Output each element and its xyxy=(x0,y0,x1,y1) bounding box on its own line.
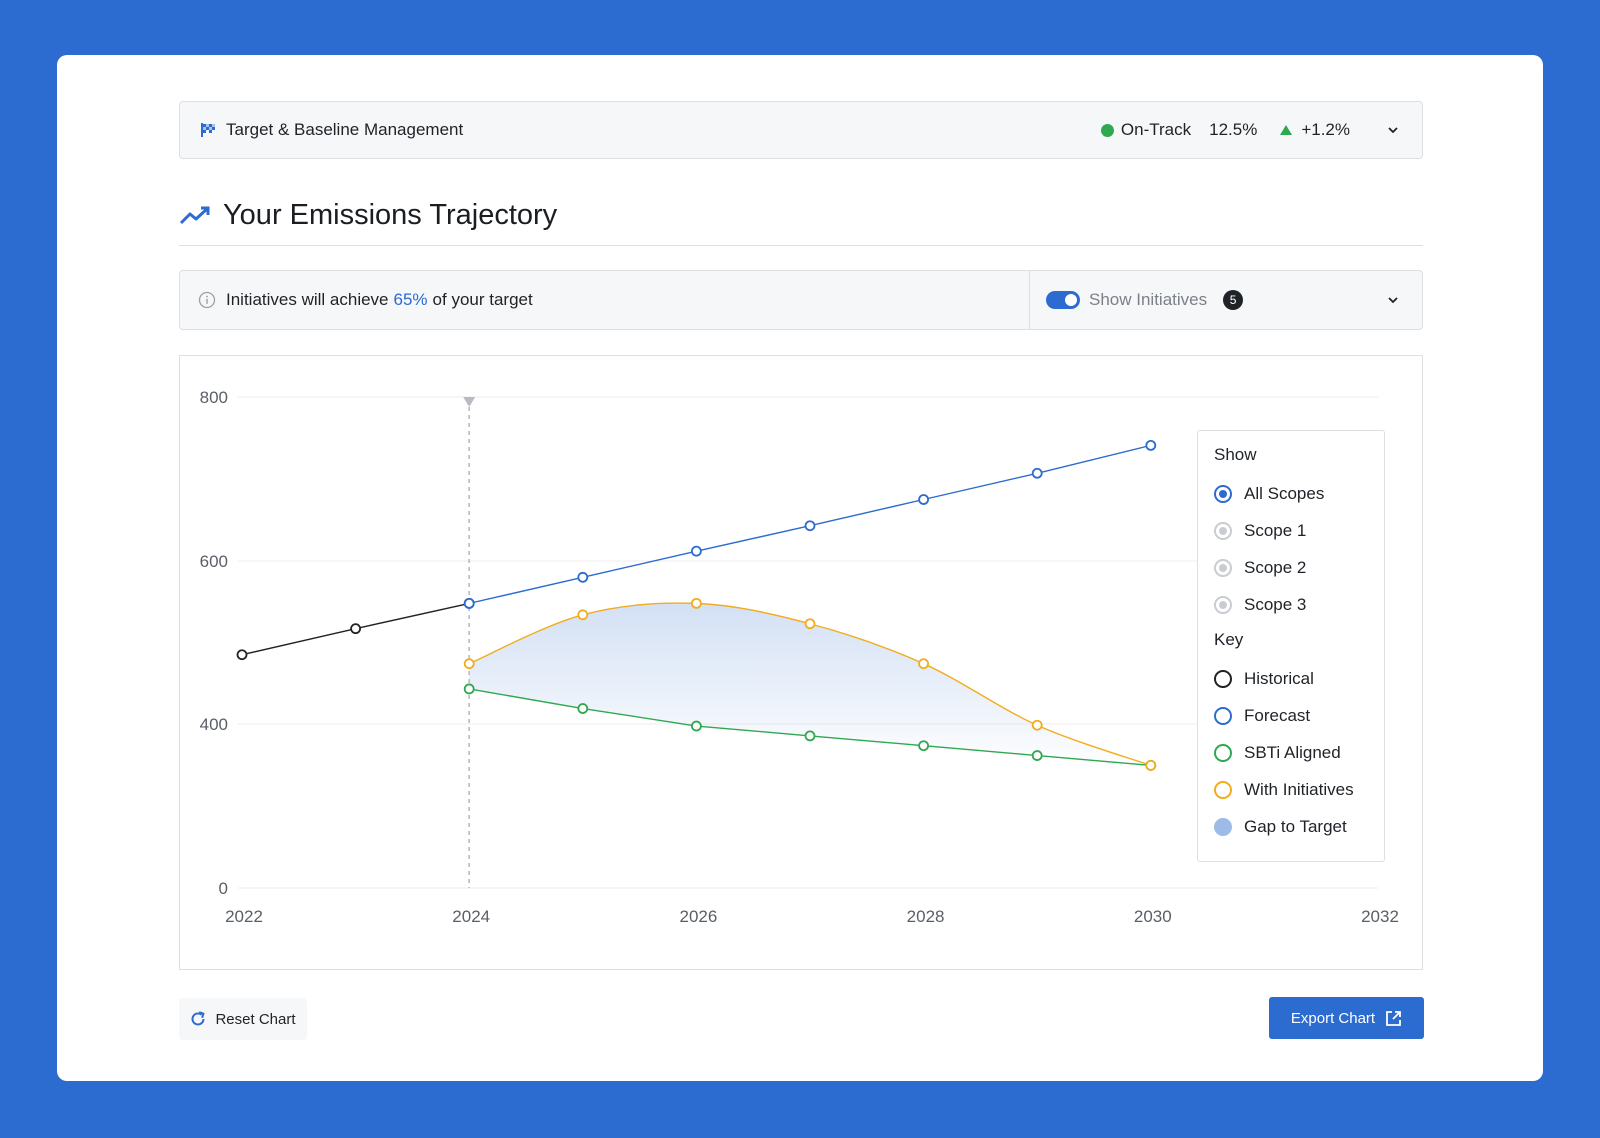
external-link-icon xyxy=(1386,1010,1401,1026)
chart-container: 0 400 600 800 2022 2024 2026 2028 2030 2032 Show … xyxy=(179,355,1423,970)
with-initiatives-point xyxy=(463,658,475,670)
trending-up-icon xyxy=(179,206,210,225)
status-group: On-Track 12.5% +1.2% xyxy=(1100,120,1350,140)
with-initiatives-point xyxy=(918,658,929,670)
with-initiatives-point xyxy=(1145,760,1157,771)
sbti-aligned-point xyxy=(918,740,929,752)
x-tick-label: 2032 xyxy=(1361,907,1399,926)
target-header-bar[interactable]: Target & Baseline Management On-Track 12… xyxy=(179,101,1423,159)
forecast-point xyxy=(463,597,475,609)
y-tick-label: 400 xyxy=(200,715,228,734)
sbti-aligned-point xyxy=(1031,750,1043,761)
y-tick-label: 600 xyxy=(200,552,228,571)
key-forecast: Forecast xyxy=(1214,704,1384,728)
status-text: On-Track xyxy=(1120,120,1192,139)
with-initiatives-point xyxy=(691,597,702,609)
scope-label: Scope 3 xyxy=(1244,595,1307,614)
page-title: Your Emissions Trajectory xyxy=(223,198,558,231)
radio-icon[interactable] xyxy=(1214,596,1232,614)
sbti-aligned-point xyxy=(804,730,816,742)
key-label: SBTi Aligned xyxy=(1244,743,1341,762)
radio-icon[interactable] xyxy=(1214,559,1232,577)
chevron-down-icon[interactable] xyxy=(1386,293,1400,307)
with-initiatives-point xyxy=(577,609,589,621)
export-label: Export Chart xyxy=(1290,1009,1376,1027)
scope-label: Scope 2 xyxy=(1244,558,1307,577)
radio-selected-icon[interactable] xyxy=(1214,485,1232,503)
forecast-ring-icon xyxy=(1214,707,1232,725)
forecast-point xyxy=(918,494,929,505)
key-sbti: SBTi Aligned xyxy=(1214,741,1384,765)
key-gap: Gap to Target xyxy=(1214,815,1384,839)
sbti-aligned-point xyxy=(463,683,475,695)
chart-legend: Show All Scopes Scope 1 Scope 2 Scope 3 … xyxy=(1197,430,1385,862)
legend-show-heading: Show xyxy=(1214,445,1257,464)
initiatives-count-badge: 5 xyxy=(1223,290,1244,310)
summary-suffix: of your target xyxy=(432,290,533,309)
forecast-point xyxy=(804,520,816,532)
initiatives-info-bar: Initiatives will achieve 65% of your tar… xyxy=(179,270,1423,330)
radio-icon[interactable] xyxy=(1214,522,1232,540)
show-initiatives-toggle[interactable] xyxy=(1046,291,1080,309)
forecast-point xyxy=(691,545,702,557)
summary-percent: 65% xyxy=(393,290,428,309)
status-change: +1.2% xyxy=(1301,120,1350,139)
main-card: Target & Baseline Management On-Track 12… xyxy=(57,55,1543,1081)
initiatives-toggle-group: Show Initiatives 5 xyxy=(1030,271,1422,329)
key-label: Historical xyxy=(1244,669,1314,688)
reset-label: Reset Chart xyxy=(215,1010,296,1028)
scope-label: Scope 1 xyxy=(1244,521,1307,540)
gap-dot-icon xyxy=(1214,818,1232,836)
section-header: Your Emissions Trajectory xyxy=(179,193,1423,246)
export-chart-button[interactable]: Export Chart xyxy=(1269,997,1424,1039)
status-dot-icon xyxy=(1100,123,1114,137)
forecast-point xyxy=(577,571,589,583)
scope-label: All Scopes xyxy=(1244,484,1325,503)
x-tick-label: 2026 xyxy=(679,907,717,926)
info-icon xyxy=(198,291,216,309)
chevron-down-icon[interactable] xyxy=(1386,123,1400,137)
scope-option-all[interactable]: All Scopes xyxy=(1214,482,1384,506)
historical-point xyxy=(236,649,248,661)
key-historical: Historical xyxy=(1214,667,1384,691)
x-tick-label: 2024 xyxy=(452,907,490,926)
flag-icon xyxy=(201,123,215,137)
scope-option-3[interactable]: Scope 3 xyxy=(1214,593,1384,617)
scope-option-1[interactable]: Scope 1 xyxy=(1214,519,1384,543)
status-percent: 12.5% xyxy=(1209,120,1258,139)
with-initiatives-point xyxy=(804,618,816,630)
sbti-aligned-point xyxy=(577,703,589,714)
refresh-icon xyxy=(191,1011,206,1026)
x-tick-label: 2028 xyxy=(907,907,945,926)
reset-chart-button[interactable]: Reset Chart xyxy=(179,998,307,1040)
toggle-label: Show Initiatives xyxy=(1089,290,1208,309)
triangle-up-icon xyxy=(1280,125,1293,135)
y-tick-label: 0 xyxy=(219,879,228,898)
initiatives-summary: Initiatives will achieve 65% of your tar… xyxy=(180,271,1030,329)
header-title: Target & Baseline Management xyxy=(226,120,464,139)
key-label: With Initiatives xyxy=(1244,780,1354,799)
historical-ring-icon xyxy=(1214,670,1232,688)
forecast-point xyxy=(1145,439,1157,451)
baseline-marker-icon xyxy=(463,397,476,407)
x-tick-label: 2022 xyxy=(225,907,263,926)
key-label: Gap to Target xyxy=(1244,817,1347,836)
initiatives-ring-icon xyxy=(1214,781,1232,799)
forecast-point xyxy=(1031,467,1043,479)
key-label: Forecast xyxy=(1244,706,1311,725)
scope-option-2[interactable]: Scope 2 xyxy=(1214,556,1384,580)
key-with-initiatives: With Initiatives xyxy=(1214,778,1384,802)
sbti-ring-icon xyxy=(1214,744,1232,762)
sbti-aligned-point xyxy=(691,720,702,732)
x-tick-label: 2030 xyxy=(1134,907,1172,926)
legend-key-heading: Key xyxy=(1214,630,1244,649)
y-tick-label: 800 xyxy=(200,388,228,407)
summary-prefix: Initiatives will achieve xyxy=(226,290,389,309)
with-initiatives-point xyxy=(1031,719,1043,731)
historical-point xyxy=(350,623,362,635)
